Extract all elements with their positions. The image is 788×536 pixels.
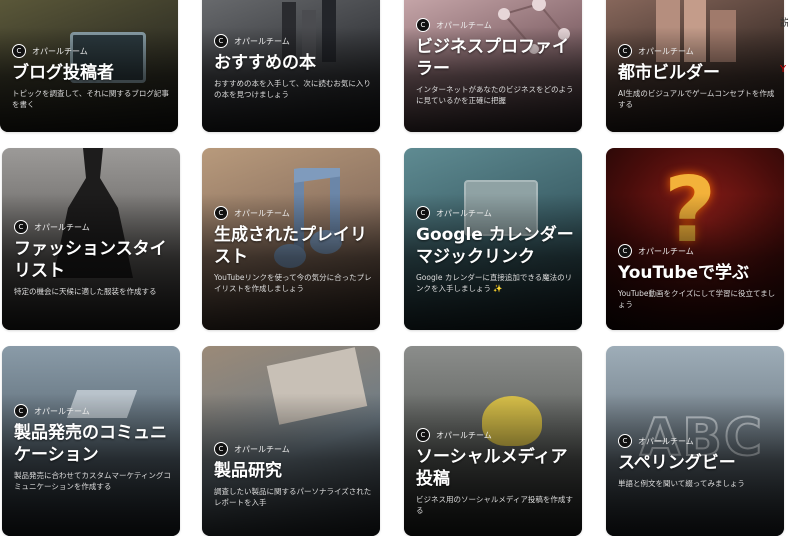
card-product-research[interactable]: C オパールチーム 製品研究 調査したい製品に関するパーソナライズされたレポートを… [202, 346, 380, 536]
author-row: C オパールチーム [14, 404, 172, 418]
card-title: スペリングビー [618, 453, 736, 473]
card-description: Google カレンダーに直接追加できる魔法のリンクを入手しましょう ✨ [416, 273, 573, 293]
card-title: ファッションスタイリスト [14, 239, 167, 281]
card-fashion-stylist[interactable]: C オパールチーム ファッションスタイリスト 特定の機会に天候に適した服装を作成す… [2, 148, 180, 330]
card-google-calendar-magic-link[interactable]: C オパールチーム Google カレンダー マジックリンク Google カレン… [404, 148, 582, 330]
author-row: C オパールチーム [14, 220, 172, 234]
card-description: おすすめの本を入手して、次に読むお気に入りの本を見つけましょう [214, 79, 371, 99]
card-description: 単語と例文を聞いて綴ってみましょう [618, 479, 745, 488]
card-title: 製品発売のコミュニケーション [14, 423, 167, 465]
author-row: C オパールチーム [214, 442, 372, 456]
card-product-launch-comms[interactable]: C オパールチーム 製品発売のコミュニケーション 製品発売に合わせてカスタムマーケ… [2, 346, 180, 536]
team-logo-icon: C [214, 34, 228, 48]
card-spelling-bee[interactable]: ABC Cオパールチーム スペリングビー 単語と例文を聞いて綴ってみましょう [606, 346, 784, 536]
team-logo-icon: C [618, 244, 632, 258]
author-row: C オパールチーム [214, 206, 372, 220]
card-recommended-books[interactable]: C オパールチーム おすすめの本 おすすめの本を入手して、次に読むお気に入りの本を… [202, 0, 380, 132]
team-logo-icon: C [14, 404, 28, 418]
author-row: C オパールチーム [214, 34, 372, 48]
card-business-profiler[interactable]: C オパールチーム ビジネスプロファイラー インターネットがあなたのビジネスをどの… [404, 0, 582, 132]
gem-gallery-grid: C オパールチーム ブログ投稿者 トピックを調査して、それに関するブログ記事を書く… [0, 0, 788, 536]
card-title: ソーシャルメディア投稿 [416, 447, 568, 489]
card-description: 特定の機会に天候に適した服装を作成する [14, 287, 157, 296]
author-row: C オパールチーム [618, 244, 776, 258]
team-logo-icon: C [214, 206, 228, 220]
card-title: Google カレンダー マジックリンク [416, 225, 574, 267]
card-description: YouTubeリンクを使って今の気分に合ったプレイリストを作成しましょう [214, 273, 372, 293]
right-edge-panel [783, 0, 788, 520]
card-blog-writer[interactable]: C オパールチーム ブログ投稿者 トピックを調査して、それに関するブログ記事を書く [0, 0, 178, 132]
card-city-builder[interactable]: C オパールチーム 都市ビルダー AI生成のビジュアルでゲームコンセプトを作成する [606, 0, 784, 132]
card-description: トピックを調査して、それに関するブログ記事を書く [12, 89, 169, 109]
author-row: C オパールチーム [416, 18, 574, 32]
card-learn-with-youtube[interactable]: ? Cオパールチーム YouTubeで学ぶ YouTube動画をクイズにして学習… [606, 148, 784, 330]
card-description: ビジネス用のソーシャルメディア投稿を作成する [416, 495, 573, 515]
card-description: YouTube動画をクイズにして学習に役立てましょう [618, 289, 776, 309]
team-logo-icon: C [416, 428, 430, 442]
card-social-media-post[interactable]: C オパールチーム ソーシャルメディア投稿 ビジネス用のソーシャルメディア投稿を作… [404, 346, 582, 536]
team-logo-icon: C [14, 220, 28, 234]
team-logo-icon: C [618, 44, 632, 58]
team-logo-icon: C [214, 442, 228, 456]
author-row: C オパールチーム [618, 434, 776, 448]
card-title: YouTubeで学ぶ [618, 263, 750, 283]
edge-text-2: Y [780, 64, 787, 75]
card-title: 製品研究 [214, 461, 282, 481]
author-row: C オパールチーム [416, 428, 574, 442]
author-row: C オパールチーム [618, 44, 776, 58]
card-description: 調査したい製品に関するパーソナライズされたレポートを入手 [214, 487, 372, 507]
team-logo-icon: C [416, 206, 430, 220]
team-logo-icon: C [12, 44, 26, 58]
card-title: ビジネスプロファイラー [416, 37, 569, 79]
card-description: インターネットがあなたのビジネスをどのように見ているかを正確に把握 [416, 85, 574, 105]
card-generated-playlist[interactable]: C オパールチーム 生成されたプレイリスト YouTubeリンクを使って今の気分に… [202, 148, 380, 330]
team-logo-icon: C [416, 18, 430, 32]
card-description: AI生成のビジュアルでゲームコンセプトを作成する [618, 89, 775, 109]
author-row: C オパールチーム [12, 44, 170, 58]
author-row: C オパールチーム [416, 206, 574, 220]
edge-text-1: 説 [780, 18, 788, 29]
card-title: おすすめの本 [214, 53, 316, 73]
team-logo-icon: C [618, 434, 632, 448]
card-title: 都市ビルダー [618, 63, 720, 83]
card-description: 製品発売に合わせてカスタムマーケティングコミュニケーションを作成する [14, 471, 171, 491]
card-title: ブログ投稿者 [12, 63, 114, 83]
card-title: 生成されたプレイリスト [214, 225, 367, 267]
